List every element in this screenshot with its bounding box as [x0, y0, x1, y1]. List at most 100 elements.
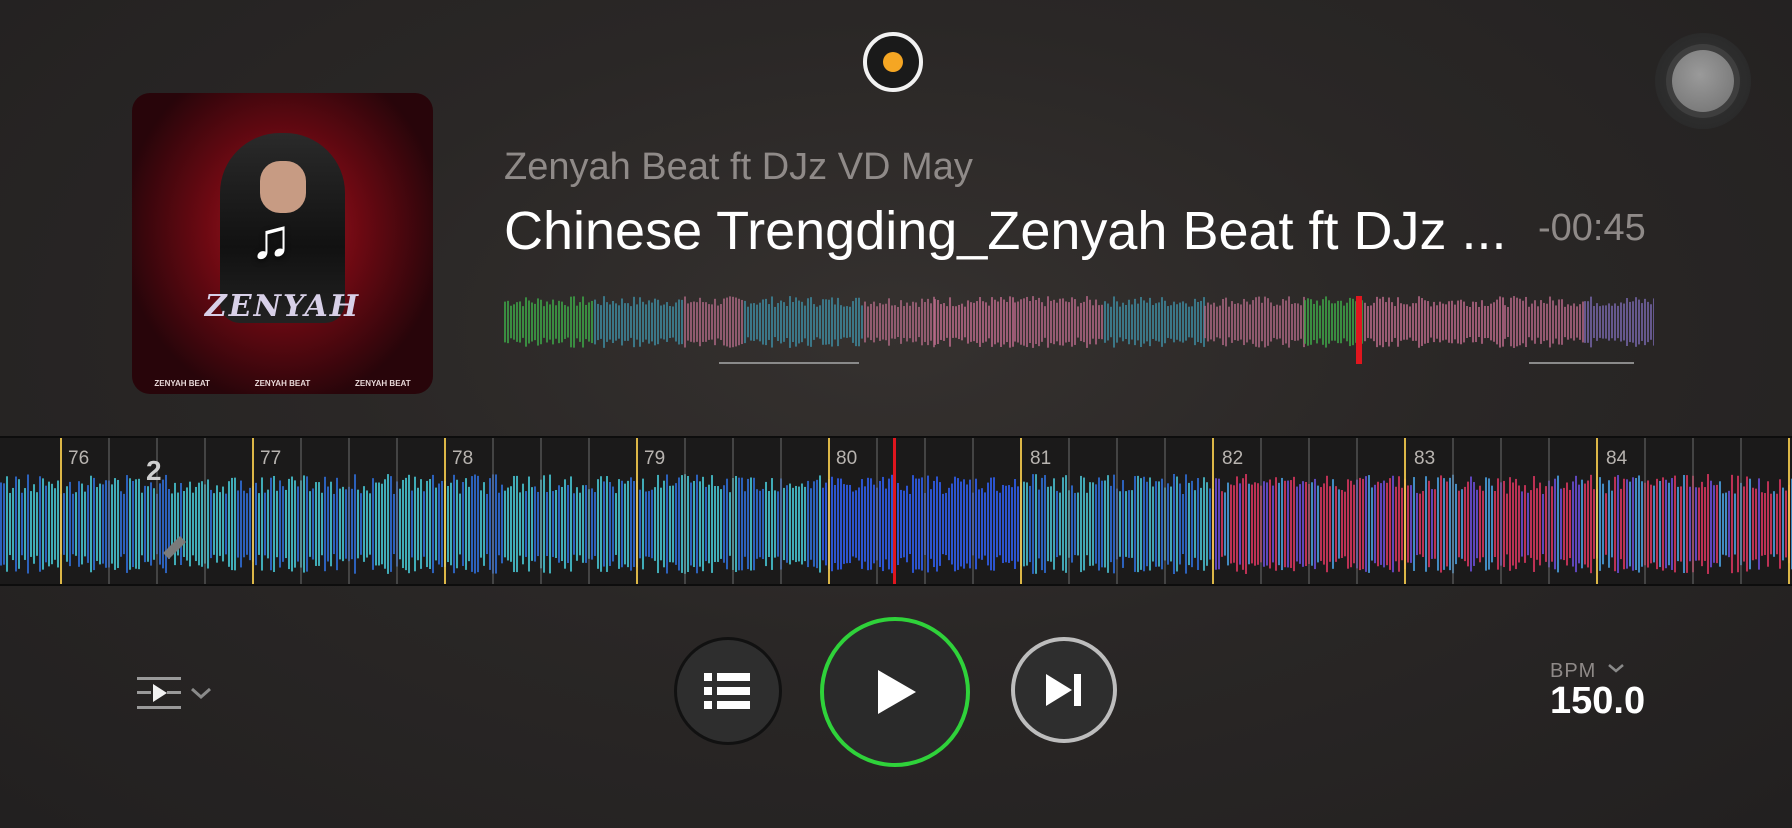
- overview-bar: [1003, 299, 1005, 345]
- deck-bar: [294, 480, 296, 568]
- deck-bar: [1104, 480, 1106, 568]
- playback-mode-button[interactable]: [135, 672, 215, 714]
- overview-bar: [1035, 300, 1037, 344]
- waveform-overview[interactable]: [504, 296, 1654, 364]
- deck-bar: [1074, 492, 1076, 556]
- overview-bar: [1200, 300, 1202, 344]
- overview-bar: [1273, 306, 1275, 338]
- beat-marker-minor: [1308, 438, 1310, 584]
- status-indicator[interactable]: [863, 32, 923, 92]
- deck-bar: [945, 492, 947, 556]
- deck-bar: [1386, 482, 1388, 566]
- jog-button[interactable]: [1655, 33, 1751, 129]
- overview-bar: [924, 302, 926, 342]
- overview-bar: [1270, 302, 1272, 342]
- overview-bar: [1279, 305, 1281, 339]
- overview-bar: [1252, 300, 1254, 344]
- deck-bar: [933, 480, 935, 568]
- deck-bar: [1095, 484, 1097, 564]
- deck-bar: [1455, 483, 1457, 565]
- overview-bar: [1382, 296, 1384, 348]
- beat-marker-major: [252, 438, 254, 584]
- deck-bar: [1725, 492, 1727, 556]
- overview-bar: [1140, 297, 1142, 347]
- deck-bar: [411, 490, 413, 558]
- deck-bar: [579, 492, 581, 556]
- overview-bar: [967, 300, 969, 344]
- overview-bar: [1469, 306, 1471, 338]
- deck-bar: [1053, 478, 1055, 570]
- overview-bar: [1009, 296, 1011, 348]
- track-title[interactable]: Chinese Trengding_Zenyah Beat ft DJz ...: [504, 200, 1507, 262]
- overview-bar: [1525, 296, 1527, 348]
- deck-bar: [1131, 490, 1133, 558]
- deck-bar: [318, 482, 320, 566]
- deck-bar: [99, 483, 101, 565]
- artwork-footer-text: ZENYAH BEAT: [154, 379, 210, 388]
- deck-bar: [1707, 474, 1709, 574]
- deck-bar: [675, 483, 677, 565]
- deck-bar: [1764, 493, 1766, 555]
- deck-bar: [255, 482, 257, 566]
- deck-bar: [1365, 476, 1367, 572]
- deck-bar: [735, 475, 737, 573]
- overview-bar: [1182, 301, 1184, 343]
- queue-button[interactable]: [674, 637, 782, 745]
- deck-bar: [543, 475, 545, 573]
- deck-bar: [852, 491, 854, 557]
- overview-bar: [906, 302, 908, 342]
- bpm-chevron-icon[interactable]: [1606, 660, 1626, 676]
- deck-bar: [1026, 482, 1028, 566]
- deck-bar: [1479, 485, 1481, 563]
- deck-bar: [1182, 493, 1184, 555]
- deck-bar: [441, 480, 443, 568]
- deck-bar: [1695, 487, 1697, 561]
- beat-marker-major: [1788, 438, 1790, 584]
- beat-label: 84: [1606, 448, 1628, 469]
- deck-bar: [1569, 489, 1571, 559]
- deck-bar: [843, 484, 845, 564]
- play-button[interactable]: [820, 617, 970, 767]
- deck-bar: [366, 490, 368, 558]
- deck-bar: [1008, 485, 1010, 563]
- deck-bar: [1173, 474, 1175, 574]
- deck-bar: [1515, 478, 1517, 570]
- deck-bar: [1002, 484, 1004, 564]
- overview-bar: [1490, 303, 1492, 341]
- deck-bar: [696, 474, 698, 574]
- deck-bar: [834, 485, 836, 563]
- overview-bar: [1466, 305, 1468, 339]
- overview-bar: [1552, 300, 1554, 344]
- overview-bar: [1516, 297, 1518, 347]
- next-track-button[interactable]: [1011, 637, 1117, 743]
- deck-bar: [1050, 486, 1052, 562]
- bpm-value[interactable]: 150.0: [1550, 680, 1645, 723]
- deck-bar: [315, 482, 317, 566]
- deck-bar: [1272, 485, 1274, 563]
- deck-bar: [1227, 482, 1229, 566]
- overview-bar: [558, 300, 560, 344]
- overview-bar: [1222, 298, 1224, 346]
- deck-bar: [1239, 483, 1241, 565]
- deck-bar: [288, 478, 290, 570]
- deck-bar: [765, 481, 767, 567]
- deck-waveform[interactable]: 76 77 78 79 80 81 82 83 84 2: [0, 436, 1792, 586]
- deck-bar: [1485, 477, 1487, 571]
- overview-bar: [591, 300, 593, 344]
- overview-bar: [1316, 300, 1318, 344]
- overview-bar: [1493, 302, 1495, 342]
- overview-bar: [567, 306, 569, 338]
- deck-bar: [966, 484, 968, 564]
- deck-bar: [567, 485, 569, 563]
- deck-bar: [1626, 479, 1628, 569]
- overview-bar: [1304, 300, 1306, 344]
- beat-marker-minor: [1164, 438, 1166, 584]
- beat-marker-minor: [300, 438, 302, 584]
- overview-bar: [813, 304, 815, 340]
- deck-bar: [15, 476, 17, 572]
- deck-bar: [1731, 474, 1733, 574]
- overview-bar: [1388, 297, 1390, 347]
- overview-bar: [1352, 298, 1354, 346]
- deck-bar: [1758, 478, 1760, 570]
- overview-bar: [1504, 305, 1506, 339]
